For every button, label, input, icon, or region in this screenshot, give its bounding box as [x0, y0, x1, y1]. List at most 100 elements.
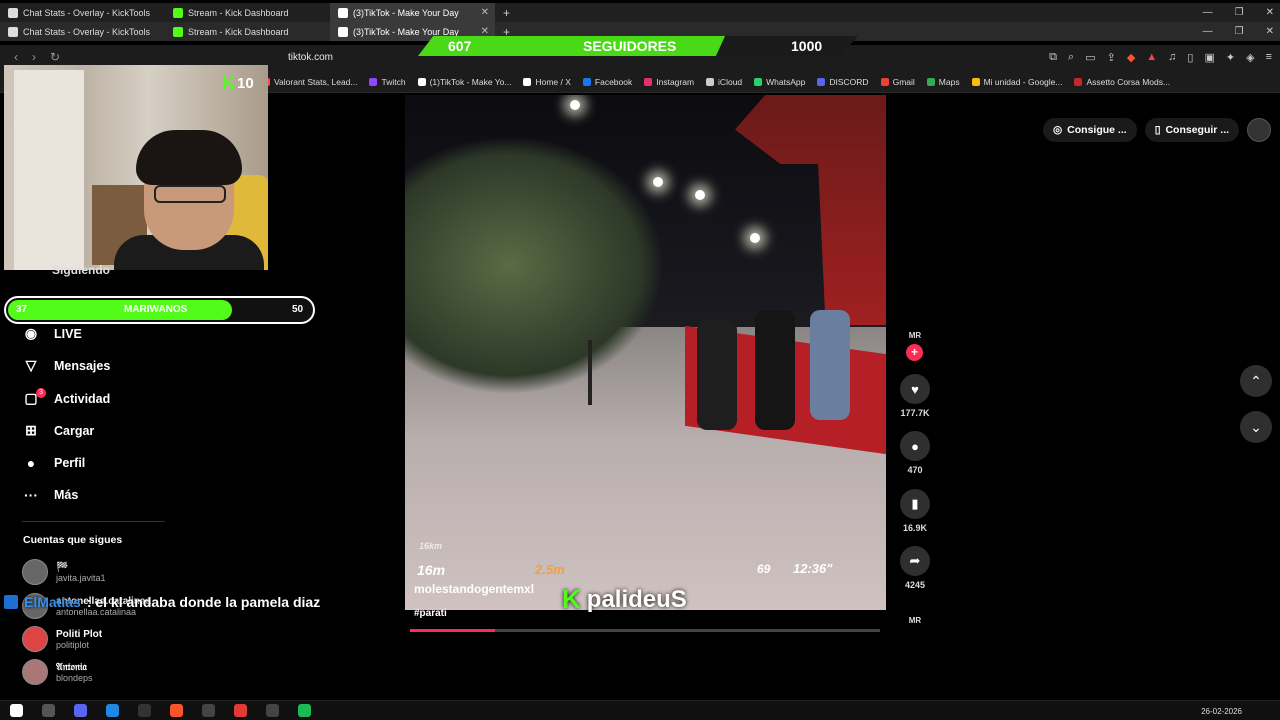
- follow-plus-button[interactable]: +: [906, 344, 923, 361]
- following-account[interactable]: Politi Plot politiplot: [22, 626, 102, 652]
- more-icon: ···: [24, 487, 38, 503]
- restore-icon[interactable]: ❐: [1235, 7, 1244, 18]
- bookmark-item[interactable]: Gmail: [880, 77, 915, 87]
- taskbar-app-icon[interactable]: [266, 704, 279, 717]
- menu-icon[interactable]: ≡: [1266, 51, 1272, 64]
- get-app-button[interactable]: ▯ Conseguir ...: [1144, 118, 1240, 142]
- extensions-icon[interactable]: ⧉: [1049, 51, 1057, 64]
- new-tab-button[interactable]: +: [495, 6, 518, 20]
- sidebar-divider: [22, 521, 165, 522]
- following-account[interactable]: 🏁 javita.javita1: [22, 559, 106, 585]
- obs-icon[interactable]: [202, 704, 215, 717]
- bookmark-favicon-icon: [880, 77, 889, 86]
- tab-chat-stats[interactable]: Chat Stats - Overlay - KickTools: [0, 22, 165, 41]
- bookmark-item[interactable]: Maps: [926, 77, 960, 87]
- profile-icon: ●: [26, 455, 36, 471]
- bookmark-item[interactable]: (1)TikTok - Make Yo...: [417, 77, 511, 87]
- chat-badge-icon: [4, 595, 18, 609]
- sidebar-item-live[interactable]: ◉ LIVE: [22, 325, 82, 342]
- bookmark-item[interactable]: Home / X: [523, 77, 571, 87]
- get-coins-button[interactable]: ◎ Consigue ...: [1043, 118, 1137, 142]
- brave-shield-icon[interactable]: ◆: [1127, 51, 1135, 64]
- next-video-button[interactable]: ⌄: [1240, 411, 1272, 443]
- bookmark-item[interactable]: WhatsApp: [754, 77, 805, 87]
- followers-current: 607: [448, 38, 472, 54]
- tab-tiktok[interactable]: (3)TikTok - Make Your Day ✕: [330, 3, 495, 22]
- close-tab-icon[interactable]: ✕: [481, 7, 489, 18]
- bookmark-item[interactable]: Twitch: [369, 77, 406, 87]
- share-button[interactable]: ➦ 4245: [897, 546, 933, 590]
- avatar: [22, 626, 48, 652]
- taskbar-app-icon[interactable]: [234, 704, 247, 717]
- tiktok-icon: [338, 7, 348, 18]
- following-account[interactable]: 𝔄𝔫𝔱𝔬𝔫𝔦𝔞 blondeps: [22, 659, 93, 685]
- sidebar-item-perfil[interactable]: ● Perfil: [22, 455, 86, 471]
- profile-avatar[interactable]: [1247, 118, 1272, 142]
- save-button[interactable]: ▮ 16.9K: [897, 489, 933, 533]
- comment-button[interactable]: ● 470: [897, 431, 933, 475]
- sidebar-item-siguiendo[interactable]: Siguiendo: [52, 263, 110, 277]
- phone-icon: ▯: [1154, 124, 1161, 136]
- zoom-icon[interactable]: ⌕: [1068, 51, 1074, 64]
- restore-icon[interactable]: ❐: [1235, 26, 1244, 37]
- bookmark-item[interactable]: DISCORD: [817, 77, 869, 87]
- taskbar-app-icon[interactable]: [106, 704, 119, 717]
- bookmark-favicon-icon: [754, 77, 763, 86]
- back-icon[interactable]: ‹: [14, 50, 18, 64]
- kicktools-icon: [8, 7, 18, 18]
- previous-video-button[interactable]: ⌃: [1240, 365, 1272, 397]
- forward-icon[interactable]: ›: [32, 50, 36, 64]
- bookmark-item[interactable]: Valorant Stats, Lead...: [262, 77, 357, 87]
- minimize-icon[interactable]: —: [1203, 26, 1213, 37]
- wallet-icon[interactable]: ▣: [1204, 51, 1214, 64]
- bookmark-item[interactable]: Facebook: [582, 77, 632, 87]
- avatar: [22, 559, 48, 585]
- kick-logo-icon: K: [222, 73, 235, 93]
- hud-small-distance: 16km: [419, 541, 443, 551]
- music-disc[interactable]: MR: [897, 610, 933, 628]
- sub-goal-right: 50: [292, 304, 304, 315]
- video-caption[interactable]: #parati: [414, 608, 447, 619]
- bookmark-favicon-icon: [417, 77, 426, 86]
- chevron-up-icon: ⌃: [1250, 372, 1262, 389]
- following-header: Cuentas que sigues: [23, 534, 123, 546]
- video-progress-bar[interactable]: [410, 629, 880, 632]
- url-field[interactable]: tiktok.com: [288, 52, 333, 63]
- sub-goal-label: MARIWANOS: [124, 304, 188, 315]
- start-icon[interactable]: [10, 704, 23, 717]
- kick-icon: [173, 7, 183, 18]
- bookmark-item[interactable]: Instagram: [644, 77, 694, 87]
- rewards-icon[interactable]: ▲: [1146, 51, 1157, 64]
- minimize-icon[interactable]: —: [1203, 7, 1213, 18]
- creator-avatar[interactable]: MR: [897, 325, 933, 343]
- close-window-icon[interactable]: ✕: [1266, 26, 1274, 37]
- tab-kick-dashboard[interactable]: Stream - Kick Dashboard: [165, 3, 330, 22]
- sidebar-item-cargar[interactable]: ⊞ Cargar: [22, 422, 94, 439]
- discord-icon[interactable]: [74, 704, 87, 717]
- sidebar-icon[interactable]: ▯: [1187, 51, 1193, 64]
- taskbar-app-icon[interactable]: [138, 704, 151, 717]
- media-icon[interactable]: ♫: [1168, 51, 1176, 64]
- sidebar-item-mas[interactable]: ··· Más: [22, 487, 78, 503]
- leo-icon[interactable]: ✦: [1226, 51, 1235, 64]
- bookmark-item[interactable]: Mi unidad - Google...: [971, 77, 1062, 87]
- vpn-icon[interactable]: ◈: [1246, 51, 1254, 64]
- sidebar-item-mensajes[interactable]: ▽ Mensajes: [22, 357, 111, 374]
- cast-icon[interactable]: ▭: [1085, 51, 1095, 64]
- bookmark-item[interactable]: Assetto Corsa Mods...: [1074, 77, 1170, 87]
- reload-icon[interactable]: ↻: [50, 50, 60, 64]
- close-window-icon[interactable]: ✕: [1266, 7, 1274, 18]
- share-arrow-icon: ➦: [900, 546, 930, 576]
- video-author[interactable]: molestandogentemxl: [414, 582, 534, 596]
- video-player[interactable]: 16km 16m 2.5m 69 12:36": [405, 95, 886, 610]
- like-button[interactable]: ♥ 177.7K: [897, 374, 933, 418]
- brave-icon[interactable]: [170, 704, 183, 717]
- tab-kick-dashboard[interactable]: Stream - Kick Dashboard: [165, 22, 330, 41]
- share-icon[interactable]: ⇪: [1107, 51, 1116, 64]
- bookmark-item[interactable]: iCloud: [706, 77, 742, 87]
- taskbar-app-icon[interactable]: [42, 704, 55, 717]
- spotify-icon[interactable]: [298, 704, 311, 717]
- bookmark-favicon-icon: [582, 77, 591, 86]
- chat-text: : el kl andaba donde la pamela diaz: [86, 594, 321, 610]
- tab-chat-stats[interactable]: Chat Stats - Overlay - KickTools: [0, 3, 165, 22]
